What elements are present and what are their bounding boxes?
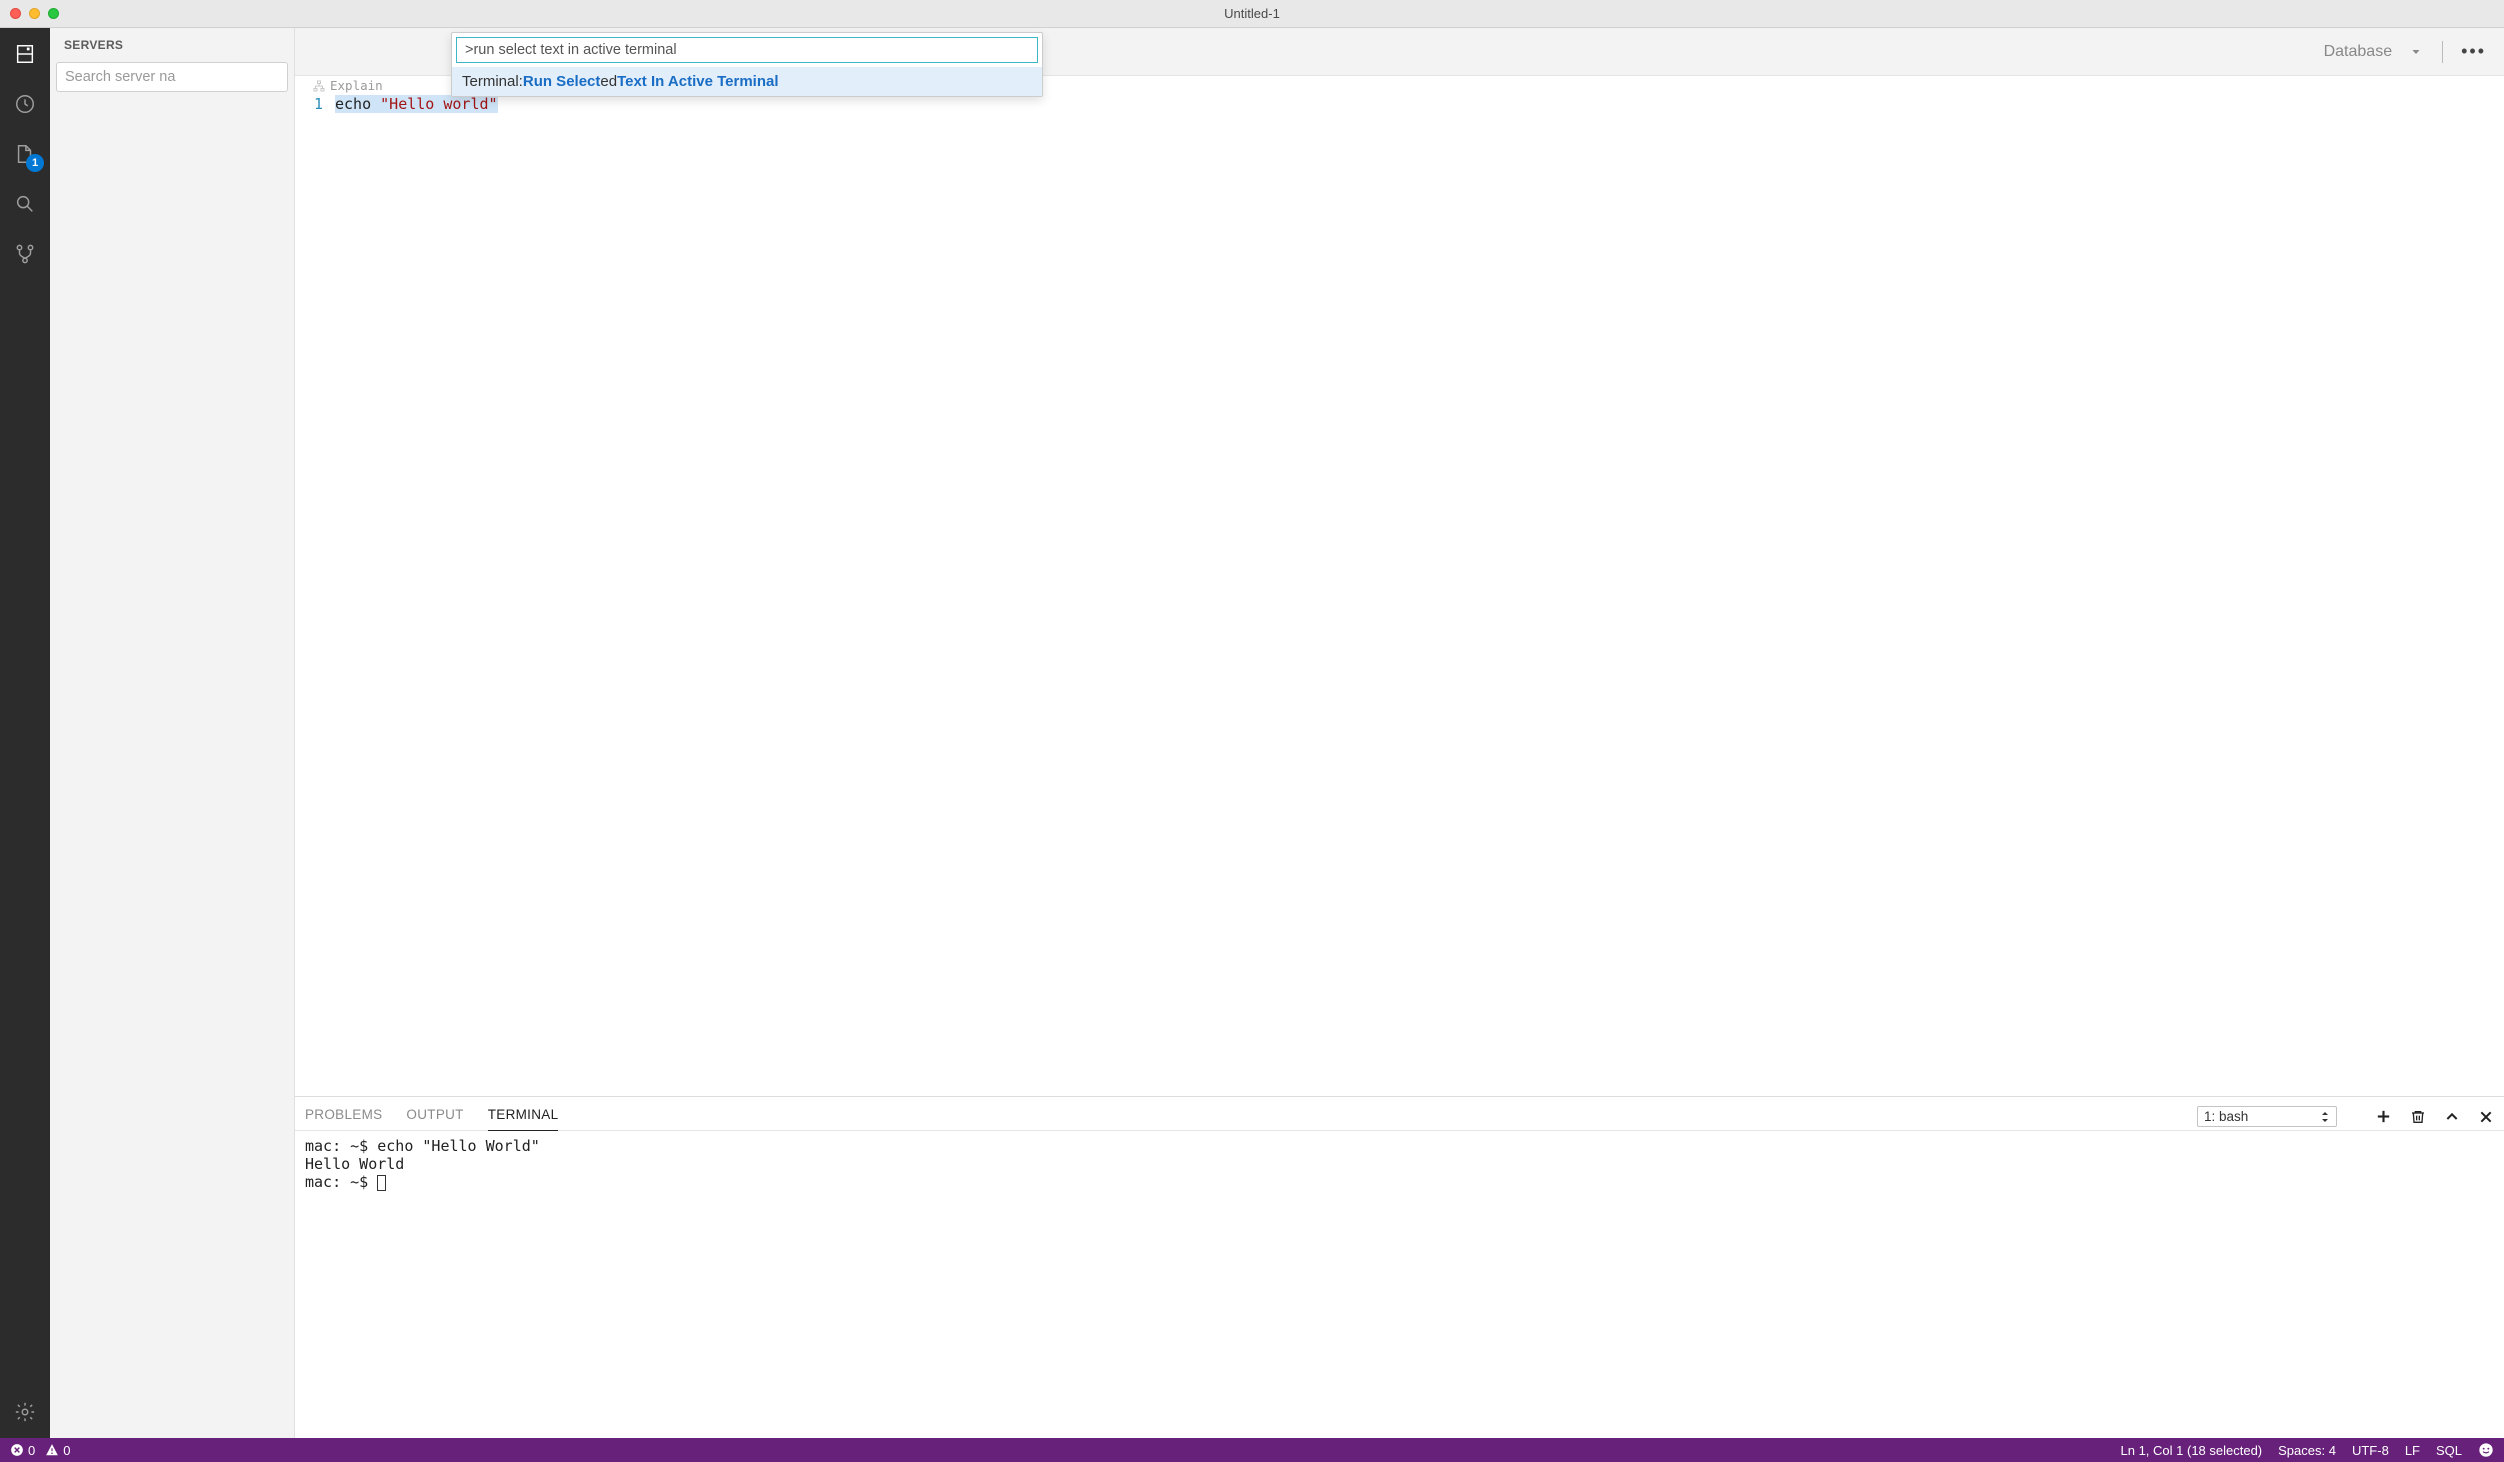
- line-number: 1: [295, 93, 335, 116]
- titlebar: Untitled-1: [0, 0, 2504, 28]
- servers-icon[interactable]: [9, 38, 41, 70]
- main-row: 1 SERVERS: [0, 28, 2504, 1438]
- status-bar: 0 0 Ln 1, Col 1 (18 selected) Spaces: 4 …: [0, 1438, 2504, 1462]
- editor-body: Explain 1 echo "Hello world" PROBLEMS OU…: [295, 76, 2504, 1438]
- terminal-select-label: 1: bash: [2204, 1109, 2248, 1124]
- status-language[interactable]: SQL: [2436, 1443, 2462, 1458]
- close-icon: [2478, 1109, 2494, 1125]
- search-icon[interactable]: [9, 188, 41, 220]
- status-errors-count: 0: [28, 1443, 35, 1458]
- files-icon[interactable]: 1: [9, 138, 41, 170]
- minimize-window-icon[interactable]: [29, 8, 40, 19]
- select-arrows-icon: [2320, 1110, 2330, 1124]
- smiley-icon: [2478, 1442, 2494, 1458]
- files-badge: 1: [26, 154, 44, 172]
- maximize-panel-button[interactable]: [2444, 1109, 2460, 1125]
- sidebar-panel: SERVERS: [50, 28, 295, 1438]
- close-panel-button[interactable]: [2478, 1109, 2494, 1125]
- terminal-line: mac: ~$ echo "Hello World": [305, 1137, 540, 1155]
- maximize-window-icon[interactable]: [48, 8, 59, 19]
- editor-column: Database ••• Terminal: Run Select ed Tex…: [295, 28, 2504, 1438]
- status-eol[interactable]: LF: [2405, 1443, 2420, 1458]
- terminal-select[interactable]: 1: bash: [2197, 1106, 2337, 1127]
- chevron-down-icon: [2410, 46, 2422, 58]
- status-spaces[interactable]: Spaces: 4: [2278, 1443, 2336, 1458]
- palette-item-text: ed: [600, 73, 617, 90]
- panel-tabs: PROBLEMS OUTPUT TERMINAL 1: bash: [295, 1097, 2504, 1131]
- terminal-line: Hello World: [305, 1155, 404, 1173]
- bottom-panel: PROBLEMS OUTPUT TERMINAL 1: bash: [295, 1096, 2504, 1438]
- status-cursor[interactable]: Ln 1, Col 1 (18 selected): [2121, 1443, 2263, 1458]
- more-menu-button[interactable]: •••: [2453, 37, 2494, 66]
- code-token: echo: [335, 95, 380, 113]
- command-palette-input-wrap: [456, 37, 1038, 63]
- status-errors[interactable]: 0: [10, 1443, 35, 1458]
- code-lens-label: Explain: [330, 78, 383, 93]
- kill-terminal-button[interactable]: [2410, 1108, 2426, 1126]
- code-token: "Hello world": [380, 95, 497, 113]
- search-server-input[interactable]: [56, 62, 288, 92]
- tab-output[interactable]: OUTPUT: [406, 1103, 463, 1130]
- chevron-up-icon: [2444, 1109, 2460, 1125]
- command-palette-input[interactable]: [465, 42, 1029, 58]
- palette-item-text: Terminal:: [462, 73, 523, 90]
- terminal-line: mac: ~$: [305, 1173, 377, 1191]
- source-control-icon[interactable]: [9, 238, 41, 270]
- window-title: Untitled-1: [0, 6, 2504, 21]
- database-select-label: Database: [2324, 43, 2393, 61]
- tab-problems[interactable]: PROBLEMS: [305, 1103, 382, 1130]
- window-controls: [10, 8, 59, 19]
- database-select[interactable]: Database: [2314, 38, 2433, 66]
- new-terminal-button[interactable]: [2375, 1108, 2392, 1125]
- error-icon: [10, 1443, 24, 1457]
- status-feedback[interactable]: [2478, 1442, 2494, 1458]
- terminal-body[interactable]: mac: ~$ echo "Hello World" Hello World m…: [295, 1131, 2504, 1438]
- status-warnings-count: 0: [63, 1443, 70, 1458]
- trash-icon: [2410, 1108, 2426, 1126]
- close-window-icon[interactable]: [10, 8, 21, 19]
- warning-icon: [45, 1443, 59, 1457]
- palette-item-text: Text In Active Terminal: [617, 73, 778, 90]
- settings-gear-icon[interactable]: [9, 1396, 41, 1428]
- activity-bar: 1: [0, 28, 50, 1438]
- sidebar-header: SERVERS: [50, 28, 294, 62]
- plus-icon: [2375, 1108, 2392, 1125]
- sidebar-search: [56, 62, 288, 92]
- editor-empty-space[interactable]: [295, 116, 2504, 1097]
- command-palette-item[interactable]: Terminal: Run Select ed Text In Active T…: [452, 67, 1042, 96]
- command-palette: Terminal: Run Select ed Text In Active T…: [451, 32, 1043, 97]
- tab-terminal[interactable]: TERMINAL: [488, 1103, 559, 1131]
- status-warnings[interactable]: 0: [45, 1443, 70, 1458]
- panel-actions: [2375, 1108, 2494, 1126]
- terminal-cursor: [377, 1175, 386, 1191]
- hierarchy-icon: [313, 80, 325, 92]
- palette-item-text: Run Select: [523, 73, 601, 90]
- status-encoding[interactable]: UTF-8: [2352, 1443, 2389, 1458]
- history-icon[interactable]: [9, 88, 41, 120]
